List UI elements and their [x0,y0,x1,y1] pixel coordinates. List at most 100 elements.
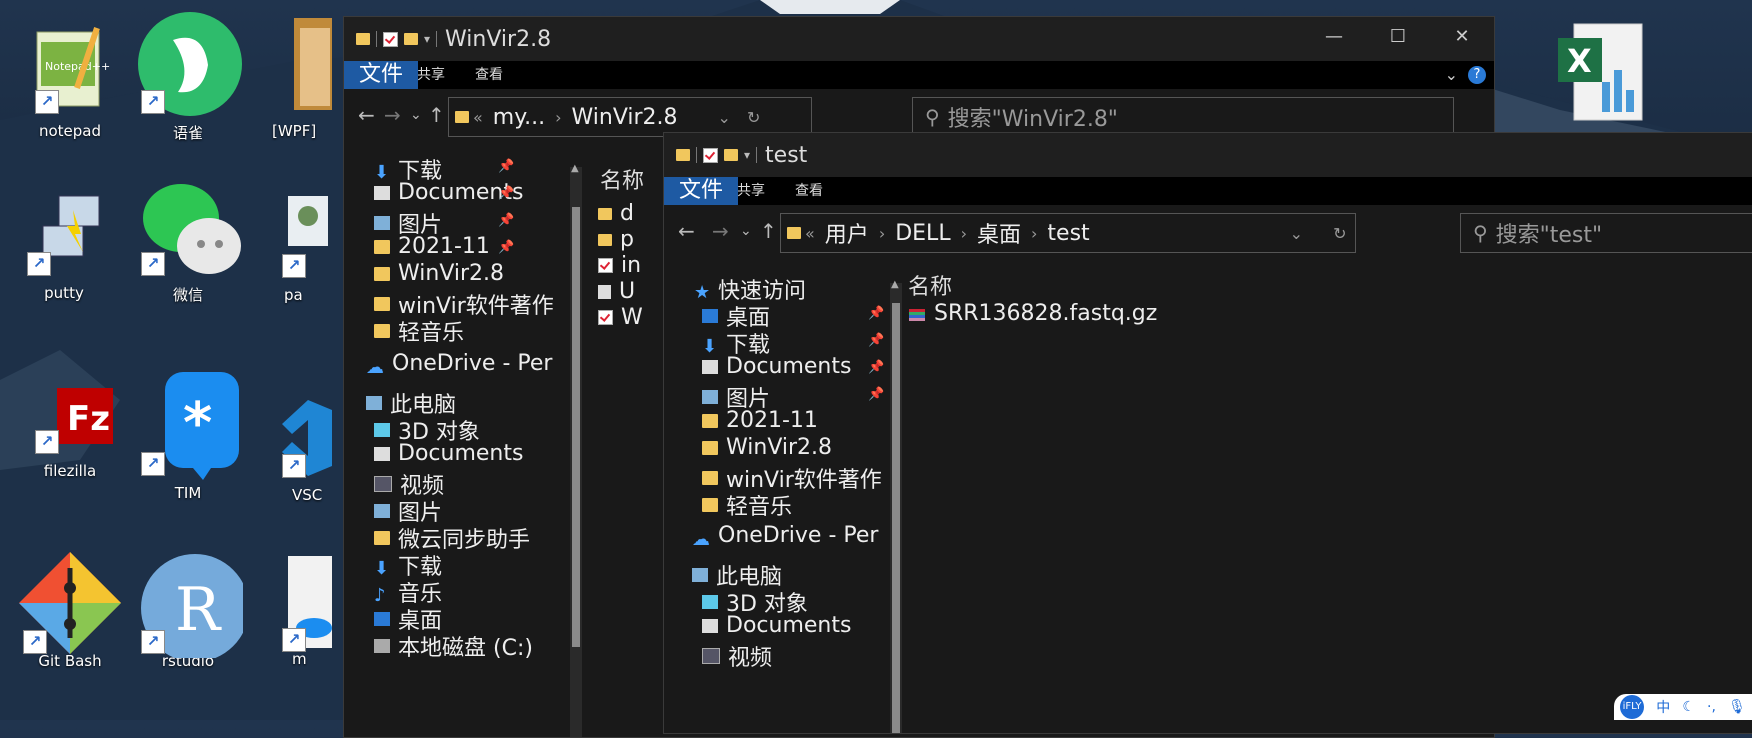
up-button[interactable]: ↑ [760,219,777,243]
ime-mode[interactable]: 中 [1656,697,1670,717]
minimize-button[interactable]: — [1302,17,1366,57]
nav-item-onedrive[interactable]: ☁ OneDrive - Per [692,523,878,550]
refresh-icon[interactable]: ↻ [743,108,764,127]
comma-icon[interactable]: ·, [1707,699,1716,715]
desktop-icon-gitbash[interactable]: ↗ Git Bash [10,548,130,670]
mic-icon[interactable]: 🎙 [1728,699,1746,715]
tab-view[interactable]: 查看 [780,177,838,205]
column-header-name[interactable]: 名称 [600,163,644,195]
scrollbar-thumb[interactable] [892,303,900,733]
chevron-right-icon[interactable]: › [551,108,565,127]
overflow-icon[interactable]: « [469,108,487,127]
tab-file[interactable]: 文件 [664,177,739,205]
customize-dropdown-icon[interactable]: ▾ [744,148,750,162]
file-row[interactable]: W [598,305,643,330]
file-row[interactable]: d [598,201,634,226]
address-bar[interactable]: « my... › WinVir2.8 ⌄ ↻ [448,97,812,137]
nav-scrollbar[interactable]: ▲ [570,163,582,737]
up-button[interactable]: ↑ [428,103,445,127]
column-header-name[interactable]: 名称 [908,269,952,301]
desktop-icon-tim[interactable]: * ↗ TIM [128,368,248,502]
nav-item-documents-pc[interactable]: Documents [374,441,523,466]
scroll-up-icon[interactable]: ▲ [571,163,579,174]
back-button[interactable]: ← [678,219,695,243]
desktop-icon-m[interactable]: ↗ m [232,556,352,668]
breadcrumb-item[interactable]: test [1041,221,1095,246]
address-bar[interactable]: « 用户 › DELL › 桌面 › test ⌄ ↻ [780,213,1356,253]
nav-item-documents-pc[interactable]: Documents [702,613,851,638]
nav-item-winvir[interactable]: WinVir2.8 [374,261,504,286]
nav-item-videos[interactable]: 视频 [702,640,772,672]
file-row[interactable]: SRR136828.fastq.gz [908,301,1157,326]
breadcrumb-item[interactable]: WinVir2.8 [566,105,684,130]
nav-item-light-music[interactable]: 轻音乐 [702,489,792,521]
breadcrumb-item[interactable]: DELL [889,221,956,246]
pin-icon[interactable]: 📌 [498,159,514,174]
nav-scrollbar[interactable]: ▲ [890,279,902,733]
ime-indicator[interactable]: iFLY 中 ☾ ·, 🎙 [1614,694,1752,720]
title-bar[interactable]: ▾ test [664,133,1752,177]
overflow-icon[interactable]: « [801,224,819,243]
recent-locations-button[interactable]: ⌄ [410,107,422,123]
scroll-up-icon[interactable]: ▲ [891,279,899,290]
desktop-icon-wpf[interactable]: [WPF] [232,18,352,140]
pin-icon[interactable]: 📌 [498,213,514,228]
quick-access-toolbar[interactable]: ▾ [676,147,758,163]
explorer-window-test[interactable]: ▾ test 文件 主页 共享 查看 ← → ⌄ ↑ « 用户 › DELL ›… [663,132,1752,734]
desktop-icon-notepad[interactable]: Notepad++ ↗ notepad [10,18,130,140]
refresh-icon[interactable]: ↻ [1329,224,1350,243]
nav-item-local-disk[interactable]: 本地磁盘 (C:) [374,630,533,662]
scrollbar-thumb[interactable] [572,207,580,647]
moon-icon[interactable]: ☾ [1682,699,1695,715]
nav-item-documents[interactable]: Documents [702,354,851,379]
chevron-down-icon[interactable]: ⌄ [714,108,735,127]
expand-ribbon-icon[interactable]: ⌄ [1445,65,1458,84]
nav-item-winvir[interactable]: WinVir2.8 [702,435,832,460]
desktop-icon-excel[interactable]: X [1552,18,1652,128]
nav-item-light-music[interactable]: 轻音乐 [374,315,464,347]
quick-access-toolbar[interactable]: ▾ [356,31,438,47]
pin-icon[interactable]: 📌 [498,240,514,255]
desktop-icon-pa[interactable]: ↗ pa [232,196,352,304]
breadcrumb-item[interactable]: 用户 [819,217,875,249]
help-icon[interactable]: ? [1468,66,1486,84]
search-input[interactable]: 搜索"test" [1496,217,1603,249]
back-button[interactable]: ← [358,103,375,127]
breadcrumb-item[interactable]: my... [487,105,551,130]
desktop-icon-vscode[interactable]: ↗ VSC [232,396,352,504]
breadcrumb-item[interactable]: 桌面 [971,217,1027,249]
file-row[interactable]: p [598,227,634,252]
pin-icon[interactable]: 📌 [868,360,884,375]
desktop-icon-yuque[interactable]: ↗ 语雀 [128,10,248,143]
close-button[interactable]: ✕ [1430,17,1494,57]
nav-item-onedrive[interactable]: ☁ OneDrive - Per [366,351,552,378]
pin-icon[interactable]: 📌 [868,387,884,402]
new-folder-icon[interactable] [724,149,738,161]
search-box[interactable]: ⚲ 搜索"WinVir2.8" [912,97,1454,137]
desktop-icon-rstudio[interactable]: R ↗ rstudio [128,548,249,670]
properties-icon[interactable] [383,31,398,47]
properties-icon[interactable] [703,147,718,163]
search-box[interactable]: ⚲ 搜索"test" [1460,213,1752,253]
recent-locations-button[interactable]: ⌄ [740,223,752,239]
chevron-right-icon[interactable]: › [875,224,889,243]
chevron-right-icon[interactable]: › [1027,224,1041,243]
pin-icon[interactable]: 📌 [868,306,884,321]
desktop-icon-putty[interactable]: ↗ putty [4,190,124,302]
file-row[interactable]: U [598,279,635,304]
chevron-down-icon[interactable]: ⌄ [1286,224,1307,243]
tab-file[interactable]: 文件 [344,61,419,89]
nav-item-2021-11[interactable]: 2021-11 [702,408,818,433]
forward-button[interactable]: → [712,219,729,243]
pin-icon[interactable]: 📌 [868,333,884,348]
pin-icon[interactable]: 📌 [498,186,514,201]
file-row[interactable]: in [598,253,641,278]
tab-view[interactable]: 查看 [460,61,518,89]
customize-dropdown-icon[interactable]: ▾ [424,32,430,46]
maximize-button[interactable]: ☐ [1366,17,1430,57]
new-folder-icon[interactable] [404,33,418,45]
forward-button[interactable]: → [384,103,401,127]
nav-item-2021-11[interactable]: 2021-11 [374,234,490,259]
desktop-icon-wechat[interactable]: ↗ 微信 [128,168,248,305]
title-bar[interactable]: ▾ WinVir2.8 — ☐ ✕ [344,17,1494,61]
